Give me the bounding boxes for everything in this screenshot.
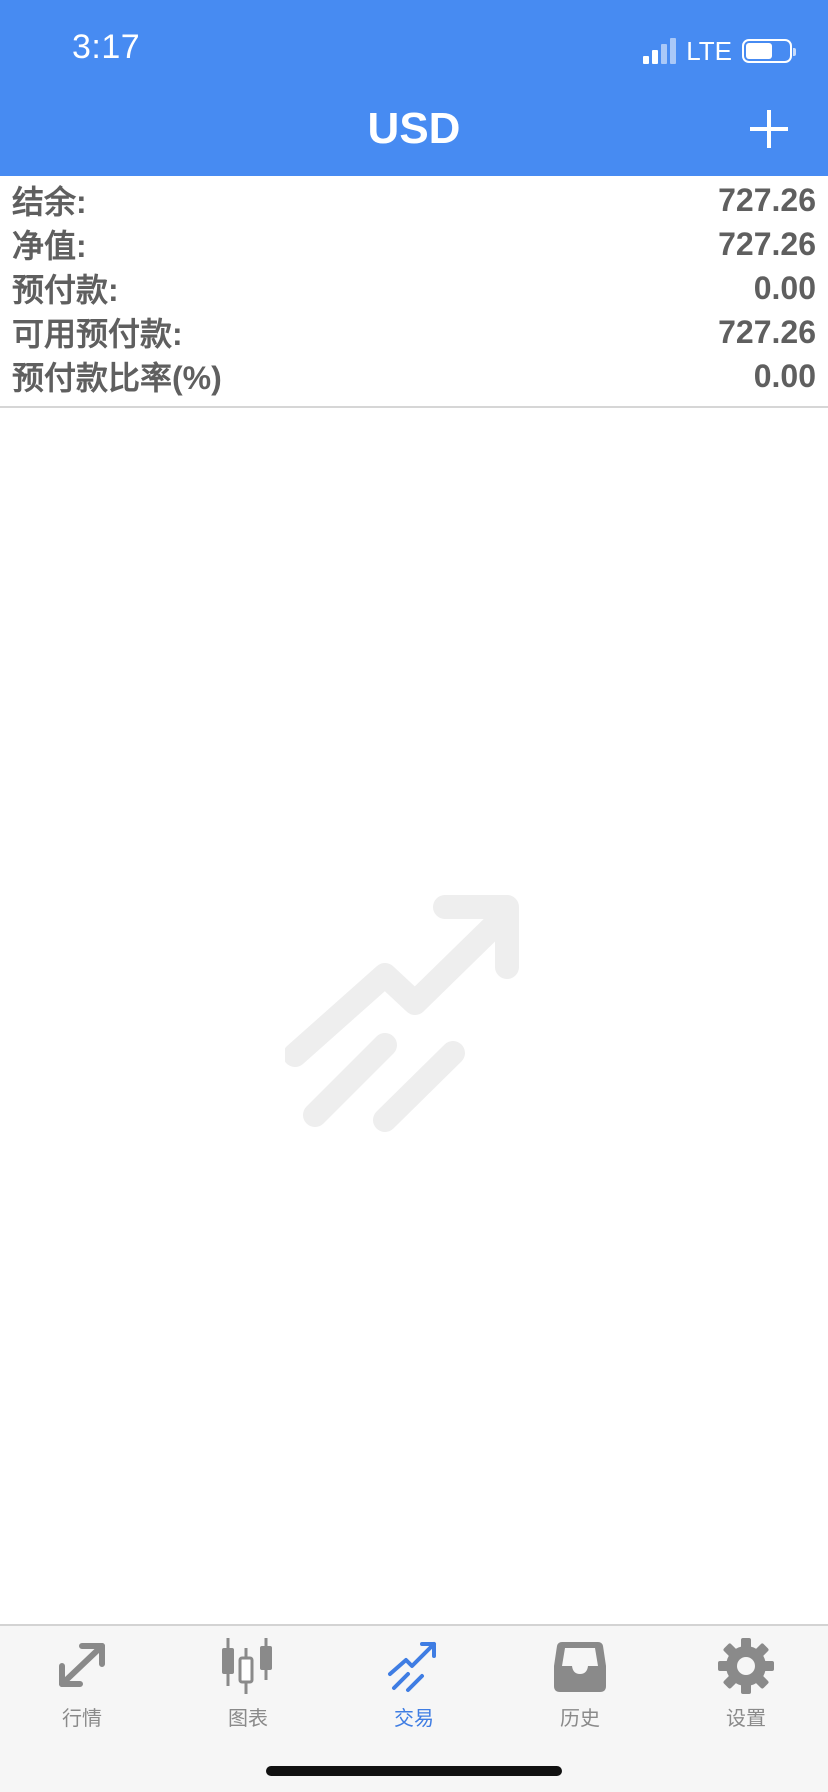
gear-icon [718, 1638, 774, 1694]
battery-icon [742, 39, 796, 63]
summary-label: 净值: [12, 228, 87, 264]
candlestick-chart-icon [222, 1638, 272, 1694]
summary-value: 0.00 [753, 357, 816, 394]
tab-settings[interactable]: 设置 [676, 1636, 816, 1736]
trade-trend-icon [388, 1642, 436, 1692]
app-screen: 3:17 LTE USD 结余: 727.26 净值: 727.26 预付款: … [0, 0, 828, 1792]
page-title[interactable]: USD [0, 104, 828, 154]
account-summary: 结余: 727.26 净值: 727.26 预付款: 0.00 可用预付款: 7… [0, 178, 828, 408]
status-indicators: LTE [643, 35, 796, 66]
summary-row-balance: 结余: 727.26 [0, 178, 828, 222]
tab-history[interactable]: 历史 [510, 1636, 650, 1736]
status-time: 3:17 [72, 28, 141, 66]
summary-label: 结余: [12, 184, 87, 220]
summary-row-equity: 净值: 727.26 [0, 222, 828, 266]
add-order-button[interactable] [750, 110, 788, 148]
summary-value: 0.00 [753, 269, 816, 306]
summary-label: 预付款: [12, 272, 119, 308]
summary-value: 727.26 [718, 225, 816, 262]
history-inbox-icon [554, 1642, 606, 1692]
summary-row-free-margin: 可用预付款: 727.26 [0, 310, 828, 354]
tab-label: 设置 [726, 1708, 766, 1730]
empty-trade-icon [285, 895, 519, 1132]
tab-trade[interactable]: 交易 [344, 1636, 484, 1736]
summary-value: 727.26 [718, 181, 816, 218]
summary-value: 727.26 [718, 313, 816, 350]
quotes-arrows-icon [59, 1643, 105, 1687]
home-indicator[interactable] [266, 1766, 562, 1776]
tab-chart[interactable]: 图表 [178, 1636, 318, 1736]
summary-label: 预付款比率(%) [12, 360, 222, 396]
summary-label: 可用预付款: [12, 316, 183, 352]
summary-row-margin: 预付款: 0.00 [0, 266, 828, 310]
tab-label: 图表 [228, 1708, 268, 1730]
network-type: LTE [686, 35, 732, 66]
summary-row-margin-level: 预付款比率(%) 0.00 [0, 354, 828, 398]
top-header: 3:17 LTE USD [0, 0, 828, 176]
tab-quotes[interactable]: 行情 [12, 1636, 152, 1736]
signal-icon [643, 38, 677, 64]
tab-label: 历史 [560, 1708, 600, 1730]
tab-label: 交易 [394, 1708, 434, 1730]
tab-label: 行情 [62, 1708, 102, 1730]
